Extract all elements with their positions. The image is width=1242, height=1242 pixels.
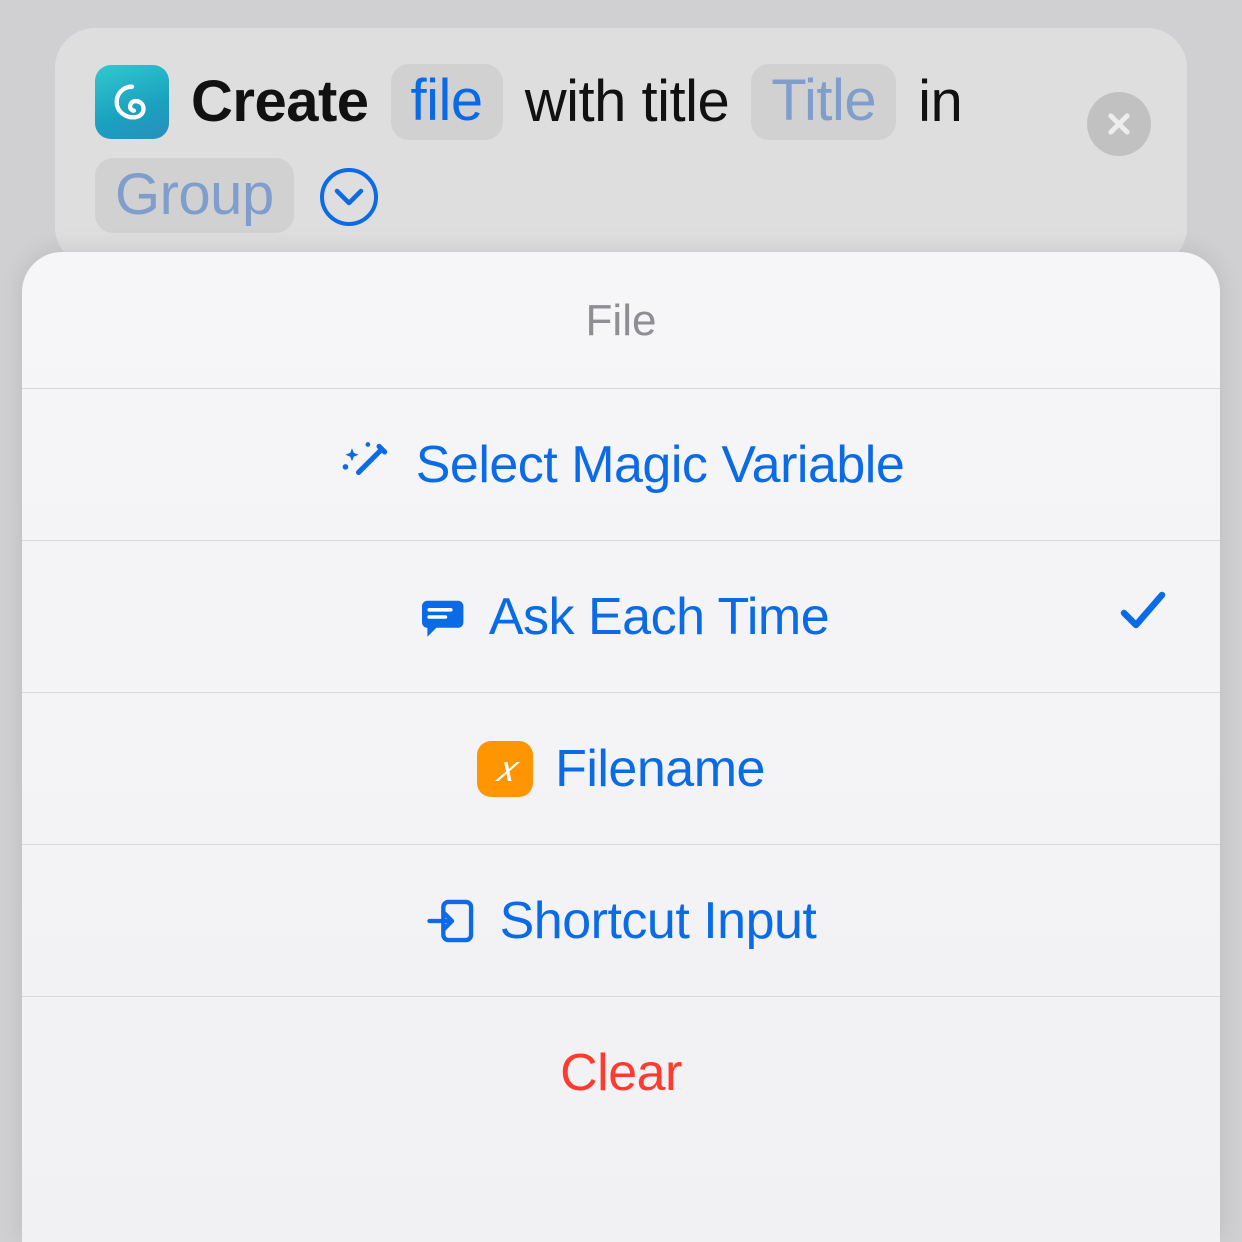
action-verb: Create	[191, 68, 369, 135]
option-select-magic-variable[interactable]: Select Magic Variable	[22, 389, 1220, 541]
action-summary: Create file with title Title in Group	[95, 64, 1147, 233]
checkmark-icon	[1116, 583, 1170, 650]
magic-wand-icon	[338, 437, 394, 493]
speech-bubble-icon	[413, 590, 467, 644]
close-icon	[1105, 110, 1133, 138]
close-button[interactable]	[1087, 92, 1151, 156]
option-label: Ask Each Time	[489, 587, 829, 647]
variable-picker-sheet: File Select Magic Variable	[22, 252, 1220, 1242]
chevron-down-icon	[334, 187, 364, 207]
action-text: in	[918, 68, 962, 135]
option-ask-each-time[interactable]: Ask Each Time	[22, 541, 1220, 693]
option-label: Shortcut Input	[500, 891, 817, 951]
option-label: Filename	[555, 739, 765, 799]
sheet-title: File	[22, 252, 1220, 389]
option-clear[interactable]: Clear	[22, 997, 1220, 1149]
option-label: Select Magic Variable	[416, 435, 905, 495]
input-icon	[426, 895, 478, 947]
action-card: Create file with title Title in Group	[55, 28, 1187, 267]
group-parameter-token[interactable]: Group	[95, 158, 294, 234]
expand-button[interactable]	[320, 168, 378, 226]
action-text: with title	[525, 68, 730, 135]
app-icon	[95, 65, 169, 139]
option-filename[interactable]: 𝑥 Filename	[22, 693, 1220, 845]
variable-x-icon: 𝑥	[477, 741, 533, 797]
title-parameter-token[interactable]: Title	[751, 64, 896, 140]
option-label: Clear	[560, 1043, 682, 1103]
option-shortcut-input[interactable]: Shortcut Input	[22, 845, 1220, 997]
file-parameter-token[interactable]: file	[391, 64, 503, 140]
